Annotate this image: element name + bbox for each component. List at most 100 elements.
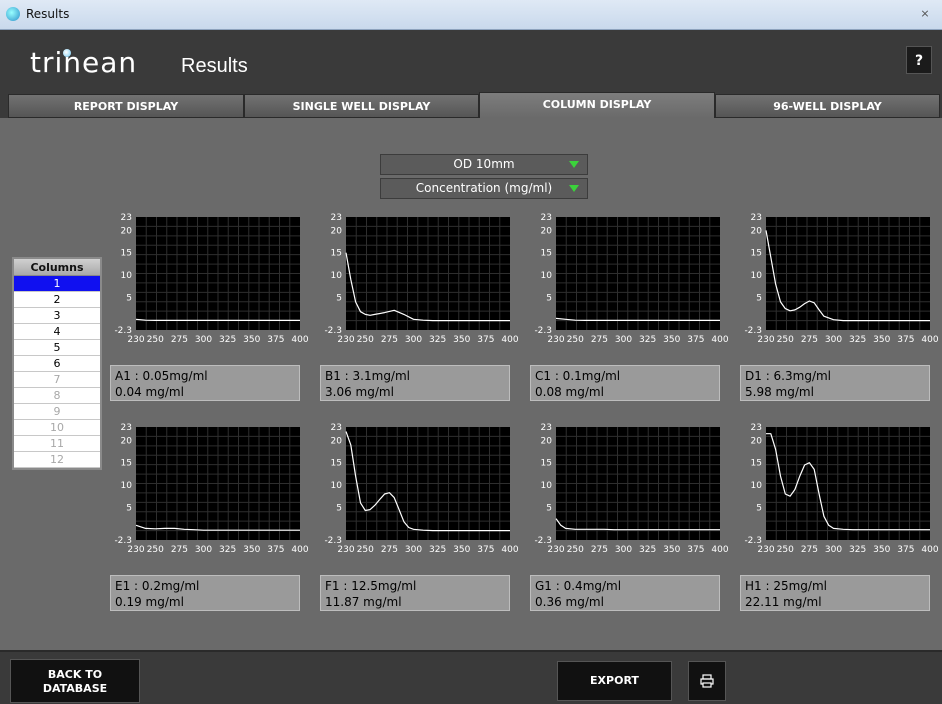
- column-item-9: 9: [14, 404, 100, 420]
- well-chart-e1: 23 20 15 10 5 -2.3 230 250 275 300 325 350 375 400 E1 …: [110, 422, 310, 612]
- column-item-11: 11: [14, 436, 100, 452]
- column-item-6[interactable]: 6: [14, 356, 100, 372]
- column-item-4[interactable]: 4: [14, 324, 100, 340]
- y-tick-label: 5: [126, 503, 132, 513]
- tab-report-display[interactable]: REPORT DISPLAY: [8, 94, 244, 118]
- x-tick-label: 275: [801, 545, 818, 555]
- unit-dropdown[interactable]: Concentration (mg/ml): [380, 178, 588, 199]
- y-tick-label: 5: [336, 293, 342, 303]
- well-chart-c1: 23 20 15 10 5 -2.3 230 250 275 300 325 350 375 400 C1 …: [530, 212, 730, 402]
- tab-96-well-display[interactable]: 96-WELL DISPLAY: [715, 94, 940, 118]
- path-length-dropdown[interactable]: OD 10mm: [380, 154, 588, 175]
- x-tick-label: 375: [477, 545, 494, 555]
- app-header: trinean Results ?: [0, 30, 942, 92]
- spectrum-plot: 232015105-2.3230 250 275 300 325 350 375 400: [114, 423, 308, 555]
- x-tick-label: 400: [711, 335, 728, 345]
- y-tick-label: 10: [751, 481, 763, 491]
- x-tick-label: 275: [591, 335, 608, 345]
- well-concentration-label: A1 : 0.05mg/ml 0.04 mg/ml: [110, 365, 300, 401]
- print-button[interactable]: [688, 661, 726, 701]
- well-chart-g1: 23 20 15 10 5 -2.3 230 250 275 300 325 350 375 400 G1 …: [530, 422, 730, 612]
- x-tick-label: 275: [381, 335, 398, 345]
- well-concentration-label: G1 : 0.4mg/ml 0.36 mg/ml: [530, 575, 720, 611]
- x-tick-label: 250: [147, 335, 164, 345]
- window-title: Results: [26, 7, 70, 21]
- x-tick-label: 325: [849, 545, 866, 555]
- y-tick-label: 10: [751, 271, 763, 281]
- x-tick-label: 325: [849, 335, 866, 345]
- well-concentration-label: F1 : 12.5mg/ml 11.87 mg/ml: [320, 575, 510, 611]
- x-tick-label: 400: [711, 545, 728, 555]
- y-tick-label: 5: [336, 503, 342, 513]
- y-tick-label: 5: [756, 293, 762, 303]
- x-tick-label: 300: [615, 545, 632, 555]
- x-tick-label: 350: [873, 545, 890, 555]
- x-tick-label: 250: [777, 335, 794, 345]
- well-concentration-line1: F1 : 12.5mg/ml: [325, 579, 417, 593]
- x-tick-label: 375: [687, 545, 704, 555]
- tab-single-well-display[interactable]: SINGLE WELL DISPLAY: [244, 94, 479, 118]
- column-item-12: 12: [14, 452, 100, 468]
- column-item-5[interactable]: 5: [14, 340, 100, 356]
- x-tick-label: 250: [567, 335, 584, 345]
- y-tick-label: 5: [546, 503, 552, 513]
- y-tick-label: 15: [751, 249, 762, 259]
- x-tick-label: 300: [195, 545, 212, 555]
- y-tick-label: 20: [541, 226, 553, 236]
- well-concentration-line1: G1 : 0.4mg/ml: [535, 579, 622, 593]
- spectrum-plot: 232015105-2.3230 250 275 300 325 350 375 400: [744, 423, 938, 555]
- column-item-3[interactable]: 3: [14, 308, 100, 324]
- help-button[interactable]: ?: [906, 46, 932, 74]
- well-concentration-line1: C1 : 0.1mg/ml: [535, 369, 621, 383]
- columns-list: Columns 1 2 3 4 5 6 7 8 9 10 11 12: [12, 257, 102, 470]
- x-tick-label: 300: [825, 335, 842, 345]
- well-chart-h1: 23 20 15 10 5 -2.3 230 250 275 300 325 350 375 400 H1 …: [740, 422, 940, 612]
- column-item-10: 10: [14, 420, 100, 436]
- x-tick-label: 325: [219, 545, 236, 555]
- x-tick-label: 230: [547, 545, 564, 555]
- y-tick-label: 10: [331, 271, 343, 281]
- x-tick-label: 400: [501, 335, 518, 345]
- column-item-7: 7: [14, 372, 100, 388]
- x-tick-label: 230: [547, 335, 564, 345]
- x-tick-label: 350: [873, 335, 890, 345]
- well-chart-d1: 23 20 15 10 5 -2.3 230 250 275 300 325 350 375 400 D1 …: [740, 212, 940, 402]
- spectrum-plot: 232015105-2.3230 250 275 300 325 350 375 400: [744, 213, 938, 345]
- x-tick-label: 275: [171, 335, 188, 345]
- x-tick-label: 375: [477, 335, 494, 345]
- column-item-8: 8: [14, 388, 100, 404]
- window-close-button[interactable]: ⨯: [914, 5, 936, 23]
- x-tick-label: 400: [921, 545, 938, 555]
- spectrum-plot: 232015105-2.3230 250 275 300 325 350 375 400: [534, 213, 728, 345]
- dropdown-arrow-icon: [569, 161, 579, 168]
- well-concentration-line2: 5.98 mg/ml: [745, 385, 814, 399]
- column-item-1[interactable]: 1: [14, 276, 100, 292]
- export-button[interactable]: EXPORT: [557, 661, 672, 701]
- well-concentration-label: D1 : 6.3mg/ml 5.98 mg/ml: [740, 365, 930, 401]
- y-tick-label: 15: [331, 459, 342, 469]
- y-tick-label: 23: [331, 423, 342, 433]
- x-tick-label: 325: [219, 335, 236, 345]
- x-tick-label: 230: [337, 335, 354, 345]
- x-tick-label: 375: [267, 545, 284, 555]
- y-tick-label: 5: [546, 293, 552, 303]
- path-length-value: OD 10mm: [453, 157, 515, 171]
- unit-value: Concentration (mg/ml): [415, 181, 553, 195]
- x-tick-label: 250: [777, 545, 794, 555]
- x-tick-label: 350: [243, 545, 260, 555]
- x-tick-label: 350: [663, 545, 680, 555]
- x-tick-label: 375: [687, 335, 704, 345]
- tab-column-display[interactable]: COLUMN DISPLAY: [479, 92, 715, 118]
- x-tick-label: 300: [405, 545, 422, 555]
- y-tick-label: 20: [331, 436, 343, 446]
- footer-bar: BACK TO DATABASE EXPORT: [0, 650, 942, 704]
- back-to-database-button[interactable]: BACK TO DATABASE: [10, 659, 140, 703]
- x-tick-label: 325: [429, 335, 446, 345]
- y-tick-label: 10: [541, 271, 553, 281]
- columns-header: Columns: [14, 259, 100, 276]
- y-tick-label: 20: [121, 436, 133, 446]
- well-concentration-line1: D1 : 6.3mg/ml: [745, 369, 832, 383]
- x-tick-label: 400: [501, 545, 518, 555]
- x-tick-label: 230: [757, 545, 774, 555]
- column-item-2[interactable]: 2: [14, 292, 100, 308]
